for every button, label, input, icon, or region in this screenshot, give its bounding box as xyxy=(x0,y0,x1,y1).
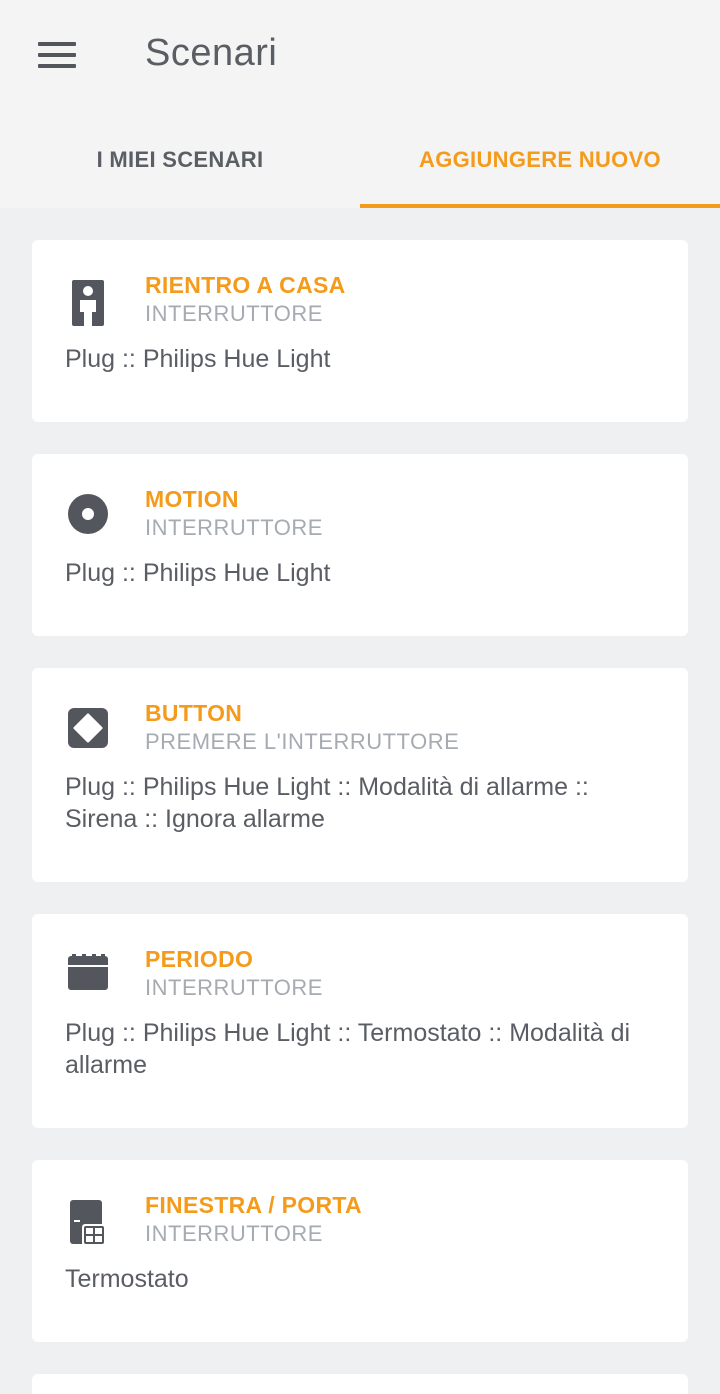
scenario-name: RIENTRO A CASA xyxy=(145,272,346,298)
scenario-card-partial[interactable] xyxy=(32,1374,688,1394)
motion-sensor-icon xyxy=(68,494,108,540)
scenario-name: PERIODO xyxy=(145,946,254,972)
scenario-card-button[interactable]: BUTTON PREMERE L'INTERRUTTORE Plug :: Ph… xyxy=(32,668,688,882)
scenario-type: INTERRUTTORE xyxy=(145,1221,323,1246)
calendar-icon xyxy=(68,954,108,1000)
button-icon xyxy=(68,708,108,754)
person-icon xyxy=(68,280,108,326)
scenario-card-motion[interactable]: MOTION INTERRUTTORE Plug :: Philips Hue … xyxy=(32,454,688,636)
active-tab-indicator xyxy=(360,204,720,208)
scenario-card-finestra-porta[interactable]: FINESTRA / PORTA INTERRUTTORE Termostato xyxy=(32,1160,688,1342)
scenario-devices: Plug :: Philips Hue Light :: Termostato … xyxy=(65,1019,631,1079)
scenario-name: MOTION xyxy=(145,486,239,512)
scenario-type: INTERRUTTORE xyxy=(145,975,323,1000)
scenario-type: INTERRUTTORE xyxy=(145,515,323,540)
scenario-devices: Termostato xyxy=(65,1265,189,1293)
scenario-devices: Plug :: Philips Hue Light xyxy=(65,559,331,587)
scenario-card-rientro-a-casa[interactable]: RIENTRO A CASA INTERRUTTORE Plug :: Phil… xyxy=(32,240,688,422)
page-title: Scenari xyxy=(145,32,278,74)
scenario-type: PREMERE L'INTERRUTTORE xyxy=(145,729,460,754)
app-bar: Scenari I MIEI SCENARI AGGIUNGERE NUOVO xyxy=(0,0,720,208)
scenario-devices: Plug :: Philips Hue Light :: Modalità di… xyxy=(65,773,589,833)
tab-my-scenarios[interactable]: I MIEI SCENARI xyxy=(0,120,360,208)
scenario-name: BUTTON xyxy=(145,700,243,726)
scenario-card-periodo[interactable]: PERIODO INTERRUTTORE Plug :: Philips Hue… xyxy=(32,914,688,1128)
scenario-name: FINESTRA / PORTA xyxy=(145,1192,362,1218)
tab-add-new[interactable]: AGGIUNGERE NUOVO xyxy=(360,120,720,208)
hamburger-menu-icon[interactable] xyxy=(38,40,76,70)
scenario-devices: Plug :: Philips Hue Light xyxy=(65,345,331,373)
scenario-type: INTERRUTTORE xyxy=(145,301,323,326)
window-door-icon xyxy=(68,1200,108,1246)
